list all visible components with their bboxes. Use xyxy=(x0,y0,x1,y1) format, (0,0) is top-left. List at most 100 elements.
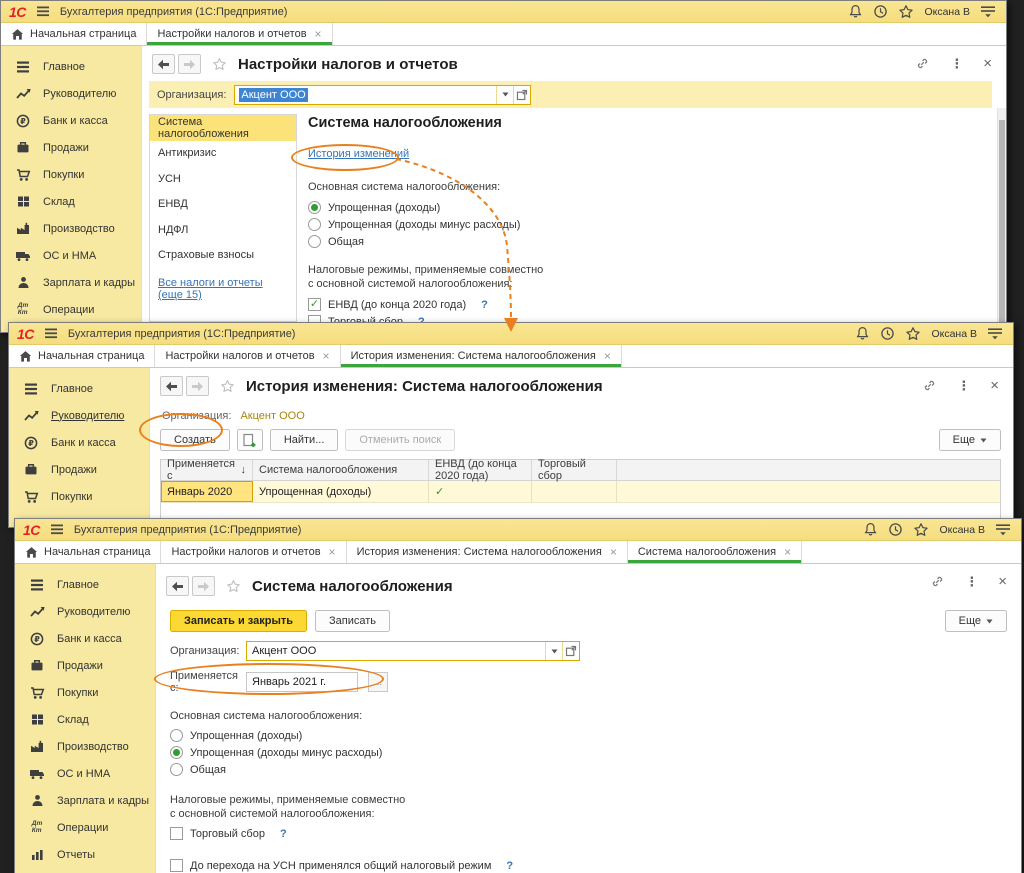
1c-logo[interactable]: 1С xyxy=(23,523,40,537)
table-column-header[interactable]: Применяется с ↓ xyxy=(161,460,253,480)
1c-logo[interactable]: 1С xyxy=(9,5,26,19)
back-button[interactable] xyxy=(166,576,189,596)
tab-close-icon[interactable]: × xyxy=(604,349,611,363)
create-by-copy-icon[interactable] xyxy=(237,429,263,451)
sidebar-item[interactable]: Главное xyxy=(15,571,155,598)
tab[interactable]: Система налогообложения × xyxy=(628,541,802,563)
tab[interactable]: Начальная страница xyxy=(1,23,147,45)
scrollbar-thumb[interactable] xyxy=(999,120,1005,327)
forward-button[interactable] xyxy=(178,54,201,74)
forward-button[interactable] xyxy=(186,376,209,396)
main-menu-icon[interactable] xyxy=(36,6,50,17)
user-name[interactable]: Оксана В xyxy=(939,524,985,536)
favorites-star-icon[interactable] xyxy=(898,4,914,19)
open-link-icon[interactable] xyxy=(562,642,579,660)
help-icon[interactable]: ? xyxy=(506,860,513,872)
favorite-star-icon[interactable] xyxy=(226,579,241,593)
tab[interactable]: Настройки налогов и отчетов × xyxy=(147,23,332,45)
sidebar-item[interactable]: Покупки xyxy=(9,483,149,510)
close-form-icon[interactable]: × xyxy=(983,59,992,69)
sidebar-item[interactable]: Покупки xyxy=(15,679,155,706)
sidebar-item[interactable]: Производство xyxy=(1,215,141,242)
user-name[interactable]: Оксана В xyxy=(931,328,977,340)
favorite-star-icon[interactable] xyxy=(212,57,227,71)
checkbox-option[interactable]: Торговый сбор ? xyxy=(170,825,1021,842)
more-menu-icon[interactable]: ⋮ xyxy=(965,577,978,587)
help-icon[interactable]: ? xyxy=(280,828,287,840)
more-button[interactable]: Еще xyxy=(945,610,1007,632)
tab[interactable]: История изменения: Система налогообложен… xyxy=(347,541,628,563)
history-of-changes-link[interactable]: История изменений xyxy=(308,148,409,160)
sidebar-item[interactable]: ОС и НМА xyxy=(1,242,141,269)
sidebar-item[interactable]: ₽ Банк и касса xyxy=(1,107,141,134)
sidebar-item[interactable]: Склад xyxy=(15,706,155,733)
main-menu-icon[interactable] xyxy=(44,328,58,339)
table-column-header[interactable]: Торговый сбор xyxy=(532,460,617,480)
vertical-scrollbar[interactable] xyxy=(997,108,1006,332)
more-button[interactable]: Еще xyxy=(939,429,1001,451)
get-link-icon[interactable] xyxy=(930,574,945,589)
sidebar-item[interactable]: Главное xyxy=(1,53,141,80)
settings-list-item[interactable]: Страховые взносы xyxy=(150,243,296,269)
forward-button[interactable] xyxy=(192,576,215,596)
sidebar-item[interactable]: ДтКт Операции xyxy=(1,296,141,323)
applies-from-field[interactable]: Январь 2021 г. xyxy=(246,672,358,692)
radio-option[interactable]: Упрощенная (доходы) xyxy=(170,727,1021,744)
cell-applies-from[interactable]: Январь 2020 xyxy=(161,481,253,502)
table-column-header[interactable]: Система налогообложения xyxy=(253,460,429,480)
history-clock-icon[interactable] xyxy=(880,326,895,341)
get-link-icon[interactable] xyxy=(915,56,930,71)
service-menu-icon[interactable] xyxy=(980,5,996,18)
help-icon[interactable]: ? xyxy=(481,299,488,311)
sidebar-item[interactable]: Зарплата и кадры xyxy=(15,787,155,814)
sidebar-item[interactable]: Склад xyxy=(1,188,141,215)
radio-option[interactable]: Общая xyxy=(170,761,1021,778)
all-taxes-link[interactable]: Все налоги и отчеты (еще 15) xyxy=(158,277,288,301)
more-menu-icon[interactable]: ⋮ xyxy=(957,381,970,391)
close-form-icon[interactable]: × xyxy=(990,381,999,391)
history-clock-icon[interactable] xyxy=(888,522,903,537)
sidebar-item[interactable]: Руководителю xyxy=(1,80,141,107)
main-menu-icon[interactable] xyxy=(50,524,64,535)
sidebar-item[interactable]: Покупки xyxy=(1,161,141,188)
create-button[interactable]: Создать xyxy=(160,429,230,451)
pre-usn-checkbox[interactable]: До перехода на УСН применялся общий нало… xyxy=(170,857,1021,873)
favorite-star-icon[interactable] xyxy=(220,379,235,393)
favorites-star-icon[interactable] xyxy=(913,522,929,537)
radio-option[interactable]: Общая xyxy=(308,233,992,250)
dropdown-caret-icon[interactable] xyxy=(496,86,513,104)
sidebar-item[interactable]: Продажи xyxy=(15,652,155,679)
service-menu-icon[interactable] xyxy=(987,327,1003,340)
get-link-icon[interactable] xyxy=(922,378,937,393)
sidebar-item[interactable]: ДтКт Операции xyxy=(15,814,155,841)
tab[interactable]: Начальная страница xyxy=(15,541,161,563)
user-name[interactable]: Оксана В xyxy=(924,6,970,18)
sidebar-item[interactable]: Производство xyxy=(15,733,155,760)
organization-field[interactable]: Акцент ООО xyxy=(246,641,580,661)
save-button[interactable]: Записать xyxy=(315,610,390,632)
find-button[interactable]: Найти... xyxy=(270,429,339,451)
history-clock-icon[interactable] xyxy=(873,4,888,19)
back-button[interactable] xyxy=(160,376,183,396)
more-menu-icon[interactable]: ⋮ xyxy=(950,59,963,69)
sidebar-item[interactable]: Продажи xyxy=(9,456,149,483)
notifications-bell-icon[interactable] xyxy=(863,522,878,537)
settings-list-item[interactable]: Антикризис xyxy=(150,141,296,167)
cell-trade-fee[interactable] xyxy=(532,481,617,502)
tab-close-icon[interactable]: × xyxy=(610,545,617,559)
organization-field[interactable]: Акцент ООО xyxy=(234,85,531,105)
sidebar-item[interactable]: Зарплата и кадры xyxy=(1,269,141,296)
tab[interactable]: Настройки налогов и отчетов × xyxy=(161,541,346,563)
table-column-header[interactable]: ЕНВД (до конца 2020 года) xyxy=(429,460,532,480)
save-and-close-button[interactable]: Записать и закрыть xyxy=(170,610,307,632)
tab-close-icon[interactable]: × xyxy=(315,27,322,41)
dropdown-caret-icon[interactable] xyxy=(545,642,562,660)
1c-logo[interactable]: 1С xyxy=(17,327,34,341)
sidebar-item[interactable]: ₽ Банк и касса xyxy=(15,625,155,652)
sidebar-item[interactable]: Главное xyxy=(9,375,149,402)
choose-period-button[interactable]: ... xyxy=(368,672,388,692)
cell-envd-check[interactable]: ✓ xyxy=(429,481,532,502)
sidebar-item[interactable]: Руководителю xyxy=(9,402,149,429)
close-form-icon[interactable]: × xyxy=(998,577,1007,587)
back-button[interactable] xyxy=(152,54,175,74)
